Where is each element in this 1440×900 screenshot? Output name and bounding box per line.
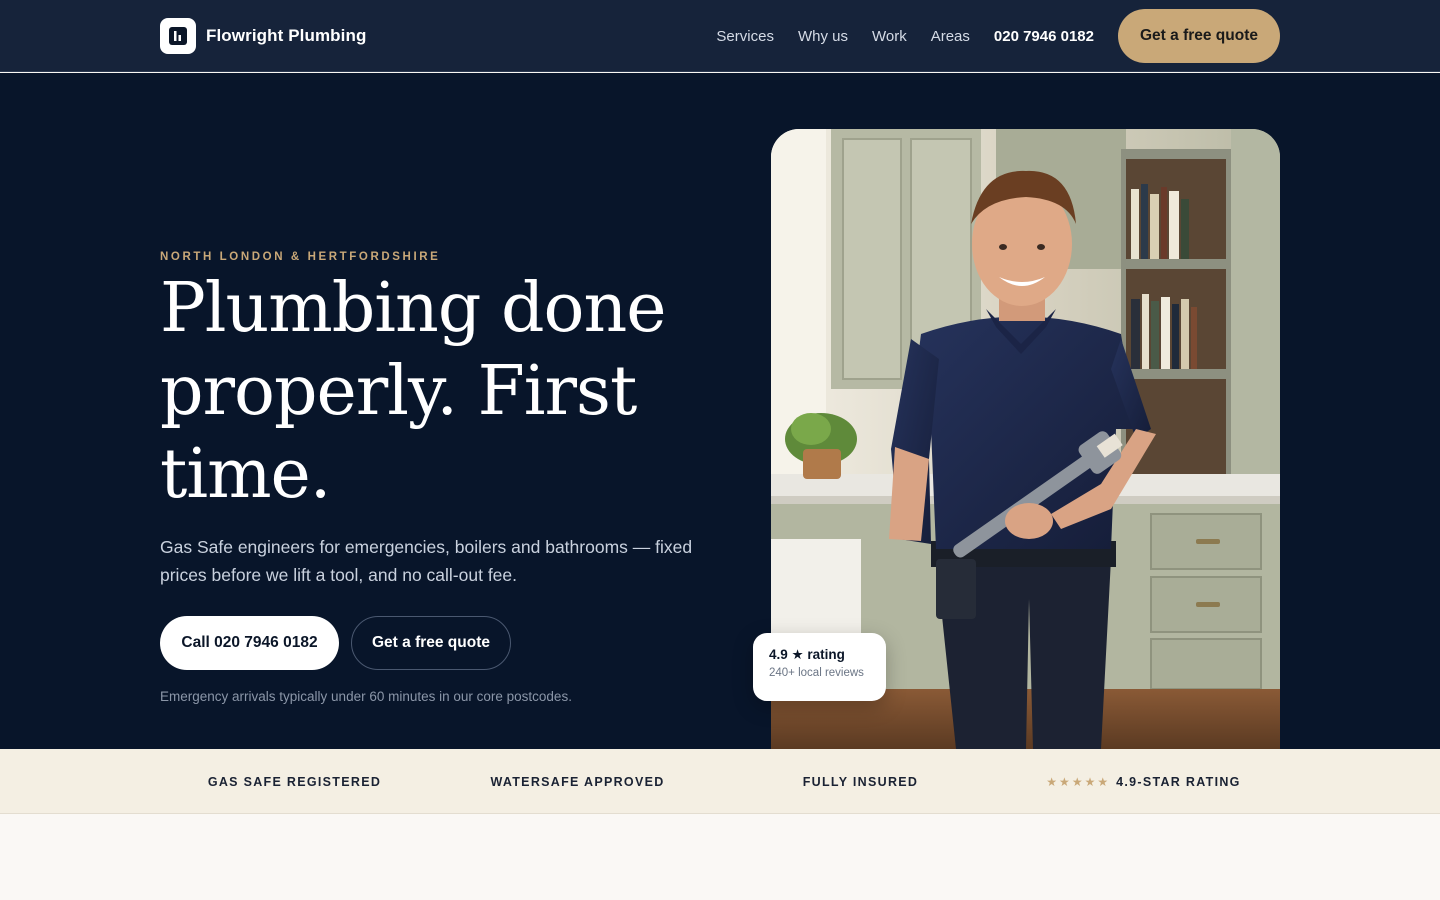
trust-label: 4.9-STAR RATING bbox=[1116, 774, 1241, 789]
trust-item-gas-safe: GAS SAFE REGISTERED bbox=[153, 749, 436, 814]
rating-card: 4.9 ★ rating 240+ local reviews bbox=[753, 633, 886, 701]
hero-headline: Plumbing done properly. First time. bbox=[160, 267, 720, 516]
nav-link-work[interactable]: Work bbox=[872, 28, 907, 45]
nav-link-areas[interactable]: Areas bbox=[931, 28, 970, 45]
hero-note: Emergency arrivals typically under 60 mi… bbox=[160, 689, 572, 704]
trust-bar: GAS SAFE REGISTERED WATERSAFE APPROVED F… bbox=[0, 749, 1440, 814]
main-nav: Services Why us Work Areas 020 7946 0182… bbox=[716, 9, 1280, 63]
next-section bbox=[0, 815, 1440, 900]
headline-line-3: time. bbox=[160, 435, 331, 514]
trust-item-watersafe: WATERSAFE APPROVED bbox=[436, 749, 719, 814]
rating-subtitle: 240+ local reviews bbox=[769, 667, 864, 679]
nav-quote-button[interactable]: Get a free quote bbox=[1118, 9, 1280, 63]
trust-label: FULLY INSURED bbox=[802, 774, 919, 789]
trust-item-rating: ★★★★★ 4.9-STAR RATING bbox=[1002, 749, 1285, 814]
trust-label: GAS SAFE REGISTERED bbox=[207, 774, 382, 789]
hero-section: NORTH LONDON & HERTFORDSHIRE Plumbing do… bbox=[0, 73, 1440, 749]
free-quote-button[interactable]: Get a free quote bbox=[351, 616, 511, 670]
headline-line-1: Plumbing done bbox=[160, 269, 666, 348]
trust-item-insured: FULLY INSURED bbox=[719, 749, 1002, 814]
hero-subtext: Gas Safe engineers for emergencies, boil… bbox=[160, 537, 693, 585]
hero-eyebrow: NORTH LONDON & HERTFORDSHIRE bbox=[160, 251, 441, 263]
nav-link-services[interactable]: Services bbox=[716, 28, 774, 45]
rating-title: 4.9 ★ rating bbox=[769, 647, 845, 662]
brand-link[interactable]: Flowright Plumbing bbox=[160, 17, 366, 55]
brand-name: Flowright Plumbing bbox=[206, 26, 367, 45]
bars-logo-icon bbox=[160, 18, 196, 54]
stars-icon: ★★★★★ bbox=[1046, 774, 1111, 789]
trust-label: WATERSAFE APPROVED bbox=[490, 774, 665, 789]
site-header: Flowright Plumbing Services Why us Work … bbox=[0, 0, 1440, 72]
headline-line-2: properly. First bbox=[160, 352, 637, 431]
call-button[interactable]: Call 020 7946 0182 bbox=[160, 616, 339, 670]
nav-link-why-us[interactable]: Why us bbox=[798, 28, 848, 45]
nav-phone-link[interactable]: 020 7946 0182 bbox=[994, 28, 1094, 45]
